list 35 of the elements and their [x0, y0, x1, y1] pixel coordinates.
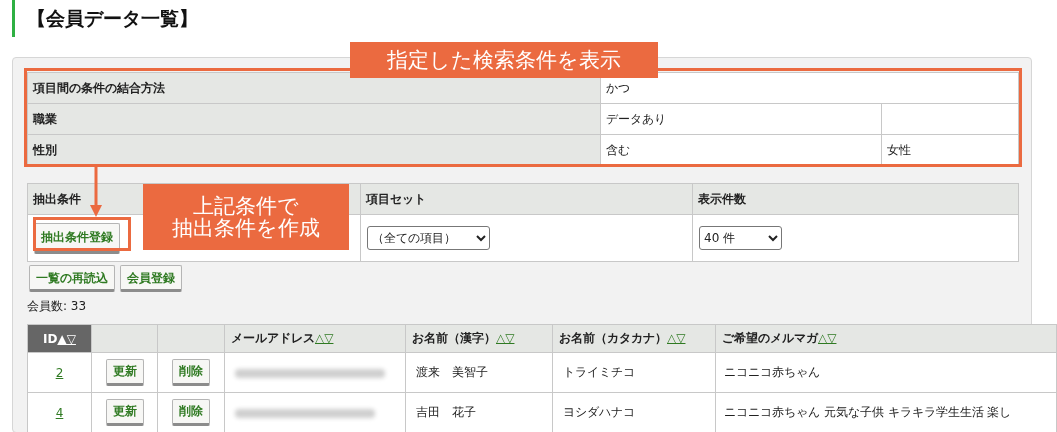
callout-text: 上記条件で	[193, 194, 299, 217]
condition-value: データあり	[600, 103, 882, 135]
update-button[interactable]: 更新	[105, 399, 144, 426]
member-count: 会員数: 33	[27, 298, 88, 315]
id-link[interactable]: 2	[55, 365, 64, 380]
header-label: ご希望のメルマガ	[722, 331, 818, 345]
condition-label: 項目間の条件の結合方法	[27, 72, 601, 104]
item-set-select[interactable]: （全ての項目）	[367, 226, 490, 250]
page-size-select[interactable]: 40 件	[699, 226, 782, 250]
reload-button[interactable]: 一覧の再読込	[29, 265, 115, 292]
update-button[interactable]: 更新	[105, 359, 144, 386]
callout-text: 抽出条件を作成	[172, 217, 320, 240]
sort-link[interactable]: △▽	[818, 331, 837, 345]
header-label: お名前（カタカナ）	[559, 331, 667, 345]
callout-label: 指定した検索条件を表示	[350, 42, 658, 78]
sort-link[interactable]: △▽	[496, 331, 515, 345]
page-title: 【会員データ一覧】	[27, 5, 198, 31]
delete-button[interactable]: 削除	[172, 359, 210, 386]
condition-value: かつ	[600, 72, 1019, 104]
header-label: メールアドレス	[231, 331, 315, 345]
table-cell: トライミチコ	[552, 352, 716, 393]
sort-link[interactable]: ▲▽	[57, 331, 76, 346]
column-header: 項目セット	[360, 183, 693, 215]
column-header: 表示件数	[692, 183, 1019, 215]
header-label: お名前（漢字）	[412, 331, 496, 345]
table-cell: ニコニコ赤ちゃん	[715, 352, 1057, 393]
sort-link[interactable]: △▽	[667, 331, 686, 345]
delete-button[interactable]: 削除	[172, 399, 210, 426]
condition-label: 職業	[27, 103, 601, 135]
id-link[interactable]: 4	[55, 405, 64, 420]
table-cell: 渡来 美智子	[405, 352, 553, 393]
sort-link[interactable]: △▽	[315, 331, 334, 345]
title-accent-bar	[12, 0, 15, 37]
register-member-button[interactable]: 会員登録	[120, 265, 182, 292]
header-label: ID	[43, 331, 58, 346]
